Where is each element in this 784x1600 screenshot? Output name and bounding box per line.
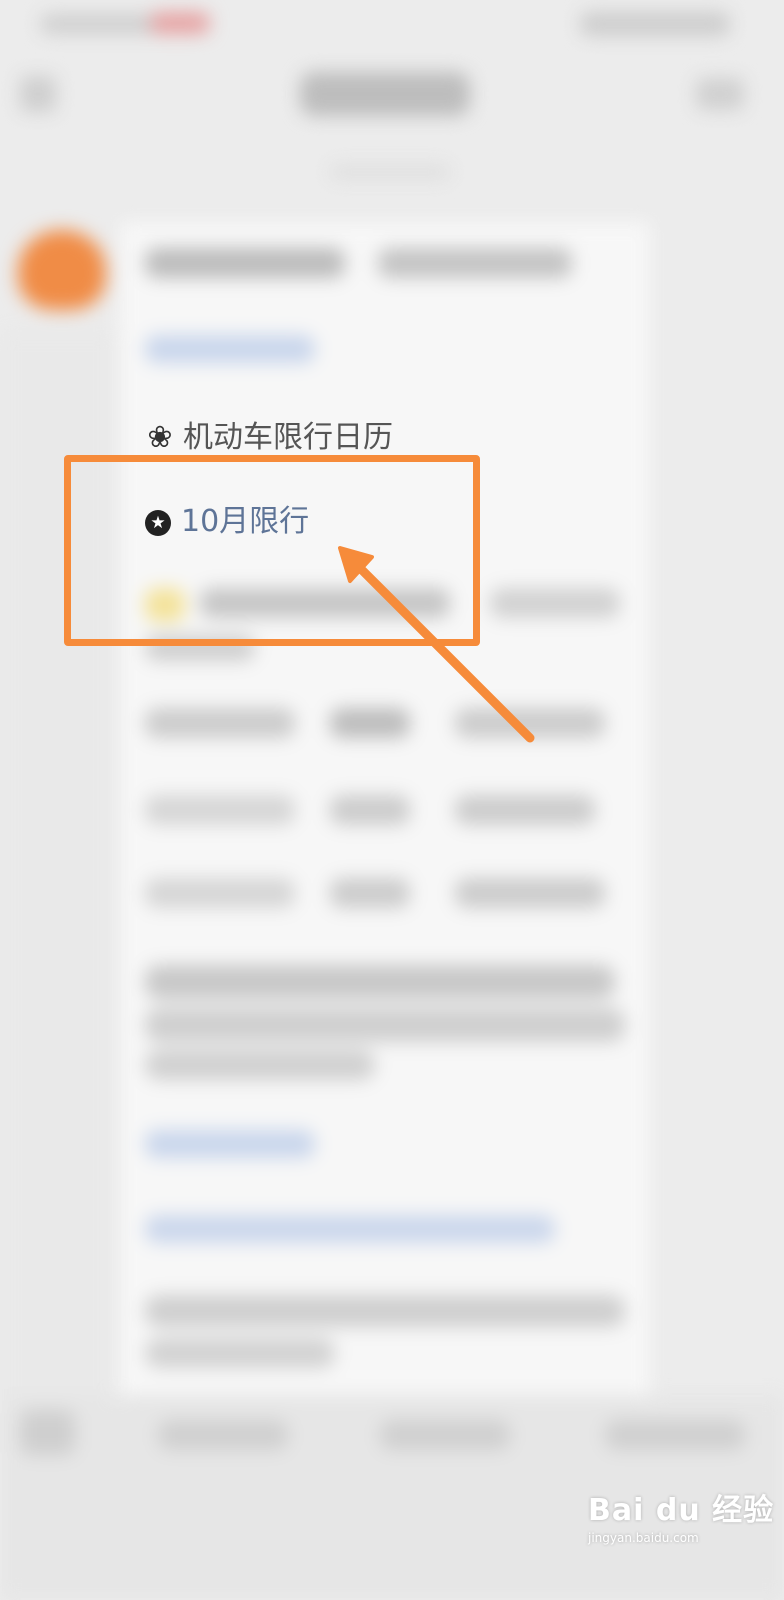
arrow-icon [338, 546, 535, 743]
watermark: Bai du 经验 jingyan.baidu.com [588, 1485, 774, 1545]
watermark-url: jingyan.baidu.com [588, 1531, 699, 1545]
watermark-brand: Bai du 经验 [588, 1493, 775, 1528]
